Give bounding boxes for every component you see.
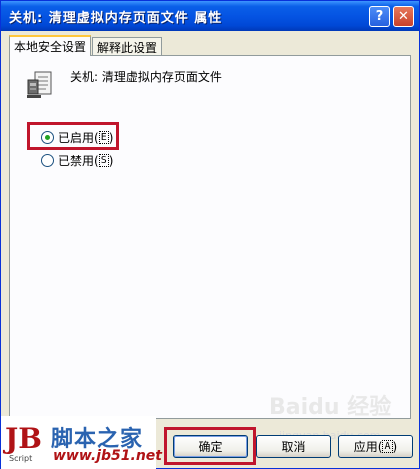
logo-script-text: Script xyxy=(9,454,33,463)
close-icon: ✕ xyxy=(398,9,409,24)
radio-enabled-accesskey: E xyxy=(98,131,109,144)
radio-enabled[interactable]: 已启用(E) xyxy=(41,129,113,146)
close-button[interactable]: ✕ xyxy=(393,6,414,27)
radio-disabled-indicator[interactable] xyxy=(41,154,54,167)
logo-letters: JB xyxy=(5,422,42,455)
radio-disabled-accesskey: S xyxy=(98,154,109,167)
tab-explain-setting[interactable]: 解释此设置 xyxy=(92,37,163,56)
window-title: 关机: 清理虚拟内存页面文件 属性 xyxy=(9,10,223,26)
radio-enabled-indicator[interactable] xyxy=(41,131,54,144)
tab-panel: 关机: 清理虚拟内存页面文件 已启用(E) 已禁用(S) xyxy=(9,55,411,419)
apply-button-label: 应用 xyxy=(353,440,378,454)
policy-document-icon xyxy=(27,71,52,98)
radio-disabled-label: 已禁用 xyxy=(58,154,95,168)
baidu-watermark: Baidu 经验 xyxy=(269,395,392,420)
tab-local-security-setting[interactable]: 本地安全设置 xyxy=(9,35,92,56)
radio-enabled-label: 已启用 xyxy=(58,131,95,145)
logo-url: www.jb51.net xyxy=(53,448,162,464)
apply-button[interactable]: 应用(A) xyxy=(338,435,413,458)
apply-accesskey: A xyxy=(382,440,393,453)
cancel-button[interactable]: 取消 xyxy=(256,435,331,458)
properties-dialog: 关机: 清理虚拟内存页面文件 属性 ? ✕ 本地安全设置 解释此设置 关机: 清… xyxy=(0,0,420,469)
radio-disabled[interactable]: 已禁用(S) xyxy=(41,152,113,169)
policy-name: 关机: 清理虚拟内存页面文件 xyxy=(70,70,222,84)
jb51-logo: JB Script 脚本之家 www.jb51.net xyxy=(1,416,162,469)
ok-button[interactable]: 确定 xyxy=(173,435,248,458)
title-bar[interactable]: 关机: 清理虚拟内存页面文件 属性 ? ✕ xyxy=(1,1,419,31)
help-button[interactable]: ? xyxy=(369,6,390,27)
help-icon: ? xyxy=(375,9,384,24)
tab-strip: 本地安全设置 解释此设置 xyxy=(9,35,163,56)
